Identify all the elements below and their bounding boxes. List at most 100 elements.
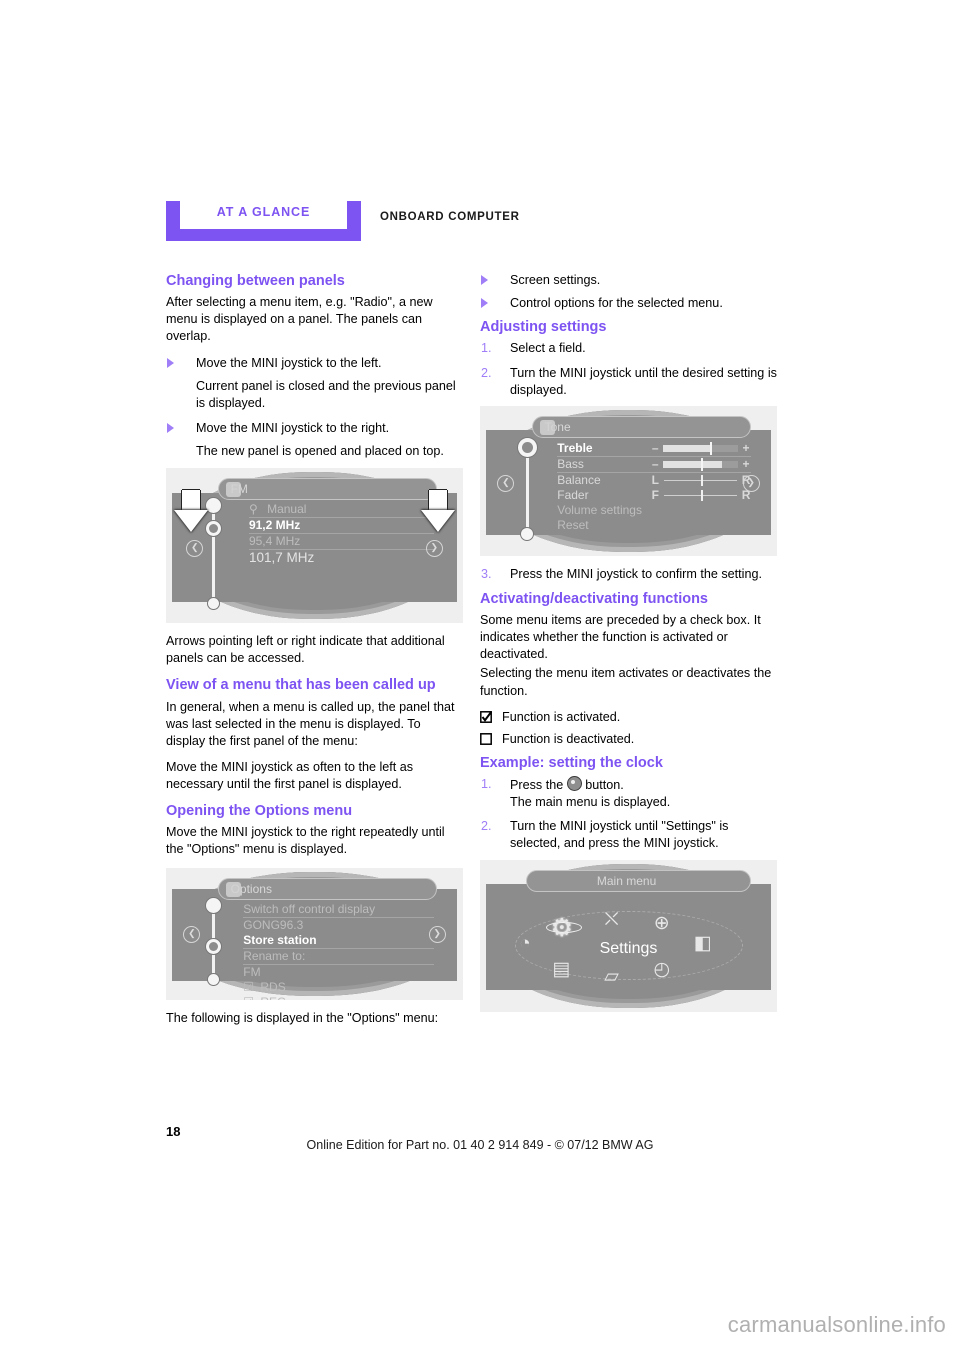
heading-example-setting-clock: Example: setting the clock <box>480 754 663 771</box>
heading-opening-options-menu: Opening the Options menu <box>166 803 353 820</box>
globe-navigation-icon[interactable]: ⊕ <box>647 911 677 937</box>
control-display-bezel: Options Switch off control display GONG9… <box>172 871 457 1000</box>
main-menu-titlebar: Main menu <box>525 869 752 892</box>
fm-next-panel-button: ❯ <box>425 539 443 557</box>
options-next-panel-button: ❯ <box>428 926 446 944</box>
paragraph-first-panel: Move the MINI joystick as often to the l… <box>166 759 414 791</box>
options-item-gong: GONG96.3 <box>243 917 304 932</box>
step-select-a-field: 1. Select a field. <box>480 340 777 357</box>
options-scroll-knob-top <box>205 897 221 913</box>
arrow-down-right-icon <box>421 510 455 533</box>
triangle-bullet-icon <box>481 298 488 309</box>
step-subtext: The main menu is displayed. <box>510 795 671 810</box>
plus-icon: + <box>742 441 750 456</box>
bass-slider <box>663 457 739 471</box>
tone-next-panel-button: ❯ <box>742 475 760 493</box>
bullet-text: Control options for the selected menu. <box>510 296 723 311</box>
bullet-text: Screen settings. <box>510 273 601 287</box>
options-scroll-knob-bottom <box>207 973 219 985</box>
plus-icon: + <box>742 457 750 472</box>
left-arrow-stem <box>182 490 200 511</box>
step-text: Turn the MINI joystick until the desired… <box>510 365 777 397</box>
tone-row-volume-settings: Volume settings <box>557 502 642 517</box>
bullet-right-result: The new panel is opened and placed on to… <box>196 444 444 458</box>
fm-scroll-knob-bottom <box>207 598 219 610</box>
tone-scroll-knob-bottom <box>521 527 534 540</box>
bullet-control-options: Control options for the selected menu. <box>480 295 777 312</box>
section-title: ONBOARD COMPUTER <box>380 211 520 223</box>
tone-row-reset: Reset <box>557 517 589 532</box>
paragraph-arrows-explanation: Arrows pointing left or right indicate t… <box>166 634 445 666</box>
tone-row-label: Balance <box>557 473 601 488</box>
fm-scroll-knob-top <box>205 498 221 514</box>
figure-options-panel: Options Switch off control display GONG9… <box>166 867 463 1000</box>
heading-activating-deactivating: Activating/deactivating functions <box>480 590 708 607</box>
site-watermark: carmanualsonline.info <box>727 1312 946 1337</box>
fm-station-1: 91,2 MHz <box>248 518 435 535</box>
fm-titlebar: FM <box>217 478 438 501</box>
fader-front-marker: F <box>651 488 659 503</box>
tone-row-label: Bass <box>557 457 584 472</box>
tone-row-label: Fader <box>557 488 589 503</box>
radio-icon[interactable]: ▤ <box>546 957 576 983</box>
tone-scroll-knob-selected <box>521 441 533 453</box>
step-number: 2. <box>481 365 492 380</box>
options-item-rds: ☑ RDS <box>243 980 434 995</box>
minus-icon: – <box>651 441 659 456</box>
fm-station-2: 95,4 MHz <box>248 534 435 551</box>
paragraph-options-displayed: The following is displayed in the "Optio… <box>166 1010 439 1025</box>
options-item-rds-label: RDS <box>260 979 286 994</box>
tone-row-balance: Balance L R <box>557 473 751 488</box>
left-column: Changing between panels After selecting … <box>166 272 463 1036</box>
tone-titlebar: Tone <box>531 415 752 438</box>
phone-icon[interactable]: ▱ <box>597 964 627 990</box>
step-text: Press the MINI joystick to confirm the s… <box>510 566 762 581</box>
manual-page: AT A GLANCE ONBOARD COMPUTER Changing be… <box>0 0 960 1358</box>
options-scroll-knob-selected <box>208 941 218 951</box>
triangle-bullet-icon <box>167 422 174 433</box>
tone-row-bass: Bass – + <box>557 457 752 473</box>
legend-text: Function is deactivated. <box>502 732 635 747</box>
step-text: Turn the MINI joystick until "Settings" … <box>510 819 729 851</box>
control-display-bezel: Tone Treble – + Bass – + Balance L R Fad… <box>486 409 771 552</box>
triangle-bullet-icon <box>481 275 488 285</box>
checkbox-checked-icon <box>480 710 492 723</box>
heading-view-of-menu: View of a menu that has been called up <box>166 677 436 694</box>
options-item-reg: ☑ REG <box>243 995 434 1000</box>
step-turn-joystick: 2. Turn the MINI joystick until the desi… <box>480 365 777 399</box>
magnifier-icon: ⚲ <box>248 502 258 517</box>
clock-icon[interactable]: ◴ <box>647 957 677 983</box>
paragraph-menu-recall: In general, when a menu is called up, th… <box>166 699 455 748</box>
fader-slider <box>664 489 738 501</box>
options-item-switch-off-display: Switch off control display <box>243 902 435 918</box>
triangle-bullet-icon <box>167 357 174 368</box>
minus-icon: – <box>651 457 659 472</box>
step-text-pre: Press the <box>510 778 564 792</box>
step-select-settings: 2. Turn the MINI joystick until "Setting… <box>480 818 777 852</box>
right-column: Screen settings. Control options for the… <box>480 272 777 1022</box>
tone-row-label: Treble <box>557 441 593 456</box>
options-menu-list: Switch off control display GONG96.3 Stor… <box>243 902 435 1000</box>
options-item-reg-label: REG <box>260 995 286 1000</box>
paragraph-panels-intro: After selecting a menu item, e.g. "Radio… <box>166 295 433 344</box>
tone-settings-list: Treble – + Bass – + Balance L R Fader F … <box>557 441 752 533</box>
legend-function-deactivated: Function is deactivated. <box>480 731 777 749</box>
step-press-joystick-confirm: 3. Press the MINI joystick to confirm th… <box>480 566 777 583</box>
bullet-left-result: Current panel is closed and the previous… <box>196 378 456 410</box>
main-menu-carousel: ⚙ ⛌ ⊕ ◧ ◴ ▱ ▤ ◔ Settings <box>514 900 743 992</box>
fm-scroll-rail <box>205 498 221 610</box>
tone-row-fader: Fader F R <box>557 488 751 503</box>
bullet-move-joystick-left: Move the MINI joystick to the left. <box>166 355 463 372</box>
fm-search-row: ⚲ Manual <box>248 502 435 519</box>
legend-function-activated: Function is activated. <box>480 709 777 727</box>
tone-source-icon <box>539 419 555 435</box>
balance-left-marker: L <box>651 473 659 488</box>
chapter-tab: AT A GLANCE <box>166 201 361 241</box>
page-number: 18 <box>166 1124 181 1139</box>
legend-text: Function is activated. <box>502 709 621 724</box>
paragraph-checkbox-intro: Some menu items are preceded by a check … <box>480 613 761 662</box>
vehicle-car-icon[interactable]: ⛌ <box>597 907 627 933</box>
options-item-rename-to: Rename to: <box>243 949 435 965</box>
page-header: AT A GLANCE ONBOARD COMPUTER <box>166 201 766 249</box>
step-text: Select a field. <box>510 341 586 356</box>
